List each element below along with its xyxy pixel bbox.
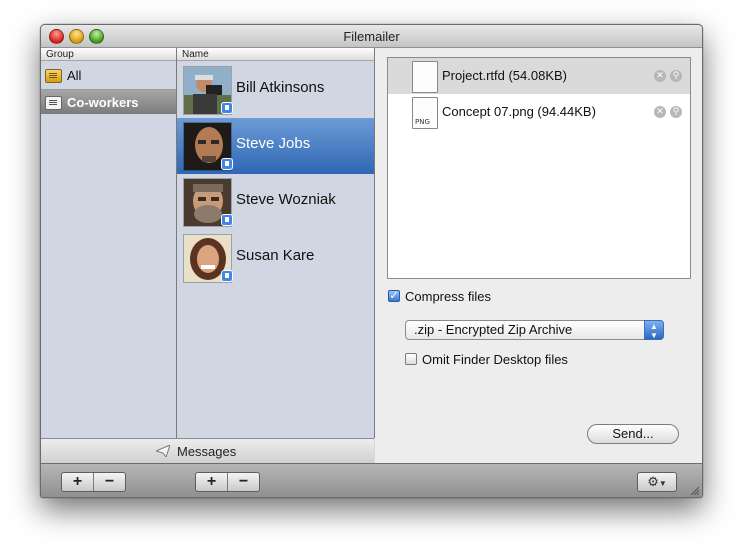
contact-row-susan-kare[interactable]: Susan Kare <box>177 230 374 286</box>
window-title: Filemailer <box>343 29 400 44</box>
contact-name: Steve Wozniak <box>236 191 336 208</box>
omit-desktop-files-label: Omit Finder Desktop files <box>422 352 568 367</box>
document-badge-icon <box>221 214 233 226</box>
content-area: Group All Co-workers Name Bill Atkinsons… <box>41 48 702 464</box>
filemailer-window: Filemailer Group All Co-workers Name Bil… <box>40 24 703 498</box>
group-column: Group All Co-workers <box>41 48 177 438</box>
file-list[interactable]: Project.rtfd (54.08KB) ✕ ⚲ PNG Concept 0… <box>387 57 691 279</box>
document-badge-icon <box>221 158 233 170</box>
omit-desktop-files-checkbox[interactable] <box>405 353 417 365</box>
remove-file-icon[interactable]: ✕ <box>654 106 666 118</box>
group-add-remove-control: + − <box>61 472 126 492</box>
group-item-label: Co-workers <box>67 95 139 110</box>
quick-look-icon[interactable]: ⚲ <box>670 106 682 118</box>
right-pane: Project.rtfd (54.08KB) ✕ ⚲ PNG Concept 0… <box>375 48 702 463</box>
gear-icon: ⚙ <box>647 474 659 489</box>
file-name: Concept 07.png (94.44KB) <box>442 104 596 119</box>
remove-group-button[interactable]: − <box>94 473 125 491</box>
remove-contact-button[interactable]: − <box>228 473 259 491</box>
add-group-button[interactable]: + <box>62 473 94 491</box>
resize-grip-icon[interactable] <box>690 486 700 496</box>
group-card-icon <box>45 96 62 110</box>
quick-look-icon[interactable]: ⚲ <box>670 70 682 82</box>
png-file-icon: PNG <box>412 97 438 129</box>
document-icon <box>412 61 438 93</box>
contact-name: Susan Kare <box>236 247 315 264</box>
document-badge-icon <box>221 270 233 282</box>
address-book-icon <box>45 69 62 83</box>
contact-row-bill-atkinsons[interactable]: Bill Atkinsons <box>177 62 374 118</box>
paper-plane-icon <box>156 445 170 457</box>
send-button[interactable]: Send... <box>587 424 679 444</box>
remove-file-icon[interactable]: ✕ <box>654 70 666 82</box>
name-column: Name Bill Atkinsons Steve Jobs Steve Woz… <box>177 48 375 438</box>
bottom-toolbar: + − + − ⚙▼ <box>41 463 702 497</box>
file-type-label: PNG <box>415 118 430 126</box>
file-row[interactable]: Project.rtfd (54.08KB) ✕ ⚲ <box>388 58 690 94</box>
popup-arrows-icon: ▲ ▼ <box>644 320 664 340</box>
document-badge-icon <box>221 102 233 114</box>
messages-strip[interactable]: Messages <box>41 438 374 464</box>
contact-add-remove-control: + − <box>195 472 260 492</box>
contact-name: Bill Atkinsons <box>236 79 325 96</box>
compress-files-label: Compress files <box>405 289 491 304</box>
group-column-header[interactable]: Group <box>41 48 176 61</box>
archive-format-select[interactable]: .zip - Encrypted Zip Archive ▲ ▼ <box>405 320 664 340</box>
group-item-co-workers[interactable]: Co-workers <box>41 89 176 114</box>
chevron-down-icon: ▼ <box>658 479 667 488</box>
name-column-header[interactable]: Name <box>177 48 374 61</box>
messages-label: Messages <box>177 444 237 459</box>
group-item-label: All <box>67 68 82 83</box>
contact-name: Steve Jobs <box>236 135 311 152</box>
file-row[interactable]: PNG Concept 07.png (94.44KB) ✕ ⚲ <box>388 94 690 130</box>
compress-files-checkbox[interactable]: ✓ <box>388 290 400 302</box>
contact-row-steve-wozniak[interactable]: Steve Wozniak <box>177 174 374 230</box>
file-name: Project.rtfd (54.08KB) <box>442 68 567 83</box>
add-contact-button[interactable]: + <box>196 473 228 491</box>
action-menu-button[interactable]: ⚙▼ <box>637 472 677 492</box>
contact-row-steve-jobs[interactable]: Steve Jobs <box>177 118 374 174</box>
group-item-all[interactable]: All <box>41 63 176 88</box>
title-bar[interactable]: Filemailer <box>41 25 702 48</box>
archive-format-value: .zip - Encrypted Zip Archive <box>414 322 573 337</box>
